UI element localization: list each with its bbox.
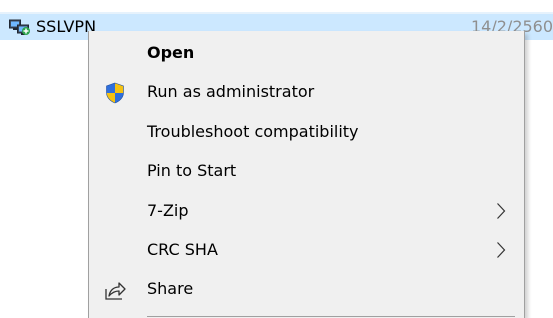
menu-item-crc-sha[interactable]: CRC SHA (89, 230, 524, 270)
menu-separator (147, 316, 515, 317)
menu-item-run-as-administrator[interactable]: Run as administrator (89, 72, 524, 112)
menu-item-share[interactable]: Share (89, 269, 524, 309)
menu-item-label: Open (147, 43, 195, 62)
menu-item-label: Pin to Start (147, 161, 237, 180)
uac-shield-icon (104, 82, 126, 104)
chevron-right-icon (496, 241, 506, 259)
network-connection-icon (9, 17, 31, 37)
menu-item-7-zip[interactable]: 7-Zip (89, 191, 524, 231)
context-menu: Open Run as administrator Troubleshoot c… (88, 31, 525, 318)
menu-item-troubleshoot-compatibility[interactable]: Troubleshoot compatibility (89, 112, 524, 152)
share-icon (104, 279, 126, 301)
menu-item-label: Share (147, 279, 194, 298)
menu-item-label: 7-Zip (147, 201, 189, 220)
menu-item-label: Run as administrator (147, 82, 315, 101)
menu-item-pin-to-start[interactable]: Pin to Start (89, 151, 524, 191)
menu-item-open[interactable]: Open (89, 33, 524, 73)
menu-item-label: CRC SHA (147, 240, 218, 259)
chevron-right-icon (496, 202, 506, 220)
menu-item-label: Troubleshoot compatibility (147, 122, 359, 141)
